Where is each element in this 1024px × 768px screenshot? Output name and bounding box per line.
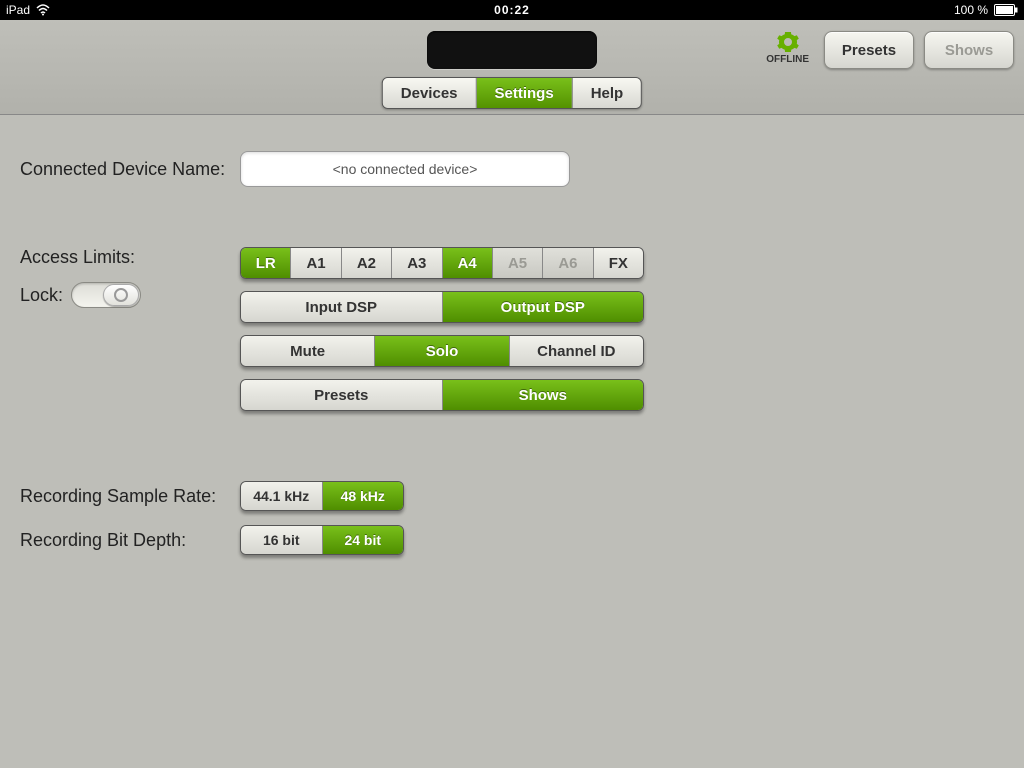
status-bar: iPad 00:22 100 %: [0, 0, 1024, 20]
sample-rate-44[interactable]: 44.1 kHz: [241, 482, 322, 510]
battery-icon: [994, 4, 1018, 16]
channel-a3[interactable]: A3: [391, 248, 441, 278]
sample-rate-segmented: 44.1 kHz 48 kHz: [240, 481, 404, 511]
presets-seg-button[interactable]: Presets: [241, 380, 442, 410]
tab-help[interactable]: Help: [572, 78, 642, 108]
channel-fx[interactable]: FX: [593, 248, 643, 278]
shows-seg-button[interactable]: Shows: [442, 380, 644, 410]
msc-segmented: Mute Solo Channel ID: [240, 335, 644, 367]
title-display: [427, 31, 597, 69]
tab-settings[interactable]: Settings: [476, 78, 572, 108]
dsp-segmented: Input DSP Output DSP: [240, 291, 644, 323]
mute-button[interactable]: Mute: [241, 336, 374, 366]
access-limits-label: Access Limits:: [20, 247, 240, 268]
bit-depth-segmented: 16 bit 24 bit: [240, 525, 404, 555]
channel-a6[interactable]: A6: [542, 248, 592, 278]
channel-a5[interactable]: A5: [492, 248, 542, 278]
settings-panel: Connected Device Name: <no connected dev…: [0, 115, 1024, 768]
channel-a4[interactable]: A4: [442, 248, 492, 278]
device-name-row: Connected Device Name: <no connected dev…: [0, 151, 1024, 187]
tab-devices[interactable]: Devices: [383, 78, 476, 108]
bit-depth-16[interactable]: 16 bit: [241, 526, 322, 554]
solo-button[interactable]: Solo: [374, 336, 508, 366]
sample-rate-48[interactable]: 48 kHz: [322, 482, 404, 510]
status-time: 00:22: [494, 3, 530, 17]
channel-lr[interactable]: LR: [241, 248, 290, 278]
lock-toggle-knob: [103, 284, 139, 306]
offline-label: OFFLINE: [766, 54, 809, 65]
presets-button[interactable]: Presets: [824, 31, 914, 69]
channel-a1[interactable]: A1: [290, 248, 340, 278]
bit-depth-24[interactable]: 24 bit: [322, 526, 404, 554]
ps-segmented: Presets Shows: [240, 379, 644, 411]
channel-segmented: LR A1 A2 A3 A4 A5 A6 FX: [240, 247, 644, 279]
device-name-field[interactable]: <no connected device>: [240, 151, 570, 187]
app-header: OFFLINE Presets Shows Devices Settings H…: [0, 20, 1024, 115]
carrier-label: iPad: [6, 3, 30, 17]
output-dsp-button[interactable]: Output DSP: [442, 292, 644, 322]
main-tab-bar: Devices Settings Help: [382, 77, 642, 109]
sample-rate-label: Recording Sample Rate:: [0, 486, 240, 507]
lock-toggle[interactable]: [71, 282, 141, 308]
gear-icon: [776, 30, 800, 54]
recording-block: Recording Sample Rate: 44.1 kHz 48 kHz R…: [0, 481, 1024, 555]
device-name-value: <no connected device>: [333, 161, 478, 177]
input-dsp-button[interactable]: Input DSP: [241, 292, 442, 322]
battery-label: 100 %: [954, 3, 988, 17]
channel-a2[interactable]: A2: [341, 248, 391, 278]
device-name-label: Connected Device Name:: [0, 159, 240, 180]
bit-depth-label: Recording Bit Depth:: [0, 530, 240, 551]
shows-button[interactable]: Shows: [924, 31, 1014, 69]
lock-label: Lock:: [20, 285, 63, 306]
connection-status: OFFLINE: [766, 30, 809, 65]
access-limits-block: Access Limits: Lock: LR A1 A2 A3 A4 A5 A…: [0, 247, 1024, 411]
wifi-icon: [36, 4, 50, 16]
channel-id-button[interactable]: Channel ID: [509, 336, 643, 366]
